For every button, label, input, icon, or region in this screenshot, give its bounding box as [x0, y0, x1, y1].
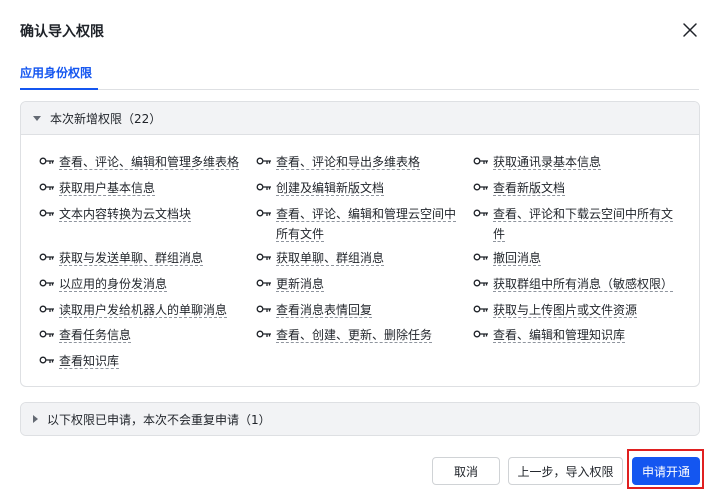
key-icon [256, 305, 271, 313]
permission-label: 获取与发送单聊、群组消息 [59, 251, 204, 266]
key-icon [473, 330, 488, 338]
permission-item: 撤回消息 [473, 248, 678, 268]
permission-label: 更新消息 [276, 277, 325, 292]
new-permissions-section: 本次新增权限（22） 查看、评论、编辑和管理多维表格 查看、评论和导出多维表格 … [20, 101, 700, 387]
key-icon [473, 157, 488, 165]
permission-item: 查看、评论、编辑和管理云空间中所有文件 [256, 204, 461, 244]
tab-app-identity-permissions[interactable]: 应用身份权限 [20, 64, 92, 81]
key-icon [473, 279, 488, 287]
new-permissions-header[interactable]: 本次新增权限（22） [21, 102, 699, 135]
key-icon [39, 183, 54, 191]
cancel-button[interactable]: 取消 [432, 457, 500, 485]
permission-item: 获取群组中所有消息（敏感权限） [473, 274, 688, 294]
permission-label: 获取与上传图片或文件资源 [493, 303, 638, 318]
permission-label: 文本内容转换为云文档块 [59, 207, 192, 222]
permission-label: 以应用的身份发消息 [59, 277, 168, 292]
permission-label: 查看、编辑和管理知识库 [493, 328, 626, 343]
existing-permissions-section: 以下权限已申请，本次不会重复申请（1） [20, 402, 700, 436]
close-button[interactable] [680, 20, 700, 40]
permission-item: 查看任务信息 [39, 325, 244, 345]
permission-label: 查看任务信息 [59, 328, 132, 343]
permission-label: 查看、评论和下载云空间中所有文件 [493, 207, 674, 242]
permission-label: 撤回消息 [493, 251, 542, 266]
permission-label: 查看消息表情回复 [276, 303, 373, 318]
key-icon [256, 330, 271, 338]
permission-item: 查看新版文档 [473, 178, 678, 198]
permission-item: 文本内容转换为云文档块 [39, 204, 244, 224]
permission-item: 获取与上传图片或文件资源 [473, 300, 678, 320]
key-icon [39, 253, 54, 261]
existing-permissions-title: 以下权限已申请，本次不会重复申请（1） [47, 412, 271, 427]
highlight-box [627, 449, 704, 489]
back-import-button[interactable]: 上一步，导入权限 [508, 457, 623, 485]
permission-label: 获取单聊、群组消息 [276, 251, 385, 266]
key-icon [39, 209, 54, 217]
permission-item: 查看、创建、更新、删除任务 [256, 325, 461, 345]
permission-label: 获取用户基本信息 [59, 181, 156, 196]
existing-permissions-header[interactable]: 以下权限已申请，本次不会重复申请（1） [21, 403, 699, 435]
permission-label: 查看知识库 [59, 354, 120, 369]
key-icon [473, 253, 488, 261]
permission-label: 获取通讯录基本信息 [493, 155, 602, 170]
tab-active-indicator [20, 88, 98, 90]
key-icon [473, 183, 488, 191]
permission-label: 创建及编辑新版文档 [276, 181, 385, 196]
key-icon [256, 279, 271, 287]
caret-down-icon [33, 115, 41, 121]
permission-item: 获取与发送单聊、群组消息 [39, 248, 244, 268]
permission-label: 查看、创建、更新、删除任务 [276, 328, 433, 343]
close-icon [683, 23, 697, 37]
caret-right-icon [33, 415, 38, 423]
permission-label: 查看、评论、编辑和管理云空间中所有文件 [276, 207, 457, 242]
key-icon [39, 157, 54, 165]
key-icon [256, 253, 271, 261]
key-icon [39, 305, 54, 313]
permission-item: 查看、评论、编辑和管理多维表格 [39, 152, 244, 172]
key-icon [39, 330, 54, 338]
permission-item: 查看、编辑和管理知识库 [473, 325, 678, 345]
permission-item: 读取用户发给机器人的单聊消息 [39, 300, 254, 320]
permission-item: 创建及编辑新版文档 [256, 178, 461, 198]
permission-item: 查看、评论和导出多维表格 [256, 152, 461, 172]
new-permissions-title: 本次新增权限（22） [50, 111, 162, 126]
permission-label: 读取用户发给机器人的单聊消息 [59, 303, 228, 318]
key-icon [39, 356, 54, 364]
permission-item: 获取单聊、群组消息 [256, 248, 461, 268]
dialog-title: 确认导入权限 [20, 24, 104, 40]
permission-label: 查看、评论和导出多维表格 [276, 155, 421, 170]
permission-item: 查看消息表情回复 [256, 300, 461, 320]
key-icon [473, 305, 488, 313]
permission-item: 获取用户基本信息 [39, 178, 244, 198]
permission-item: 查看、评论和下载云空间中所有文件 [473, 204, 678, 244]
permission-label: 查看新版文档 [493, 181, 566, 196]
permission-item: 获取通讯录基本信息 [473, 152, 678, 172]
permission-item: 查看知识库 [39, 351, 244, 371]
permission-label: 查看、评论、编辑和管理多维表格 [59, 155, 240, 170]
key-icon [256, 183, 271, 191]
key-icon [256, 209, 271, 217]
key-icon [256, 157, 271, 165]
key-icon [39, 279, 54, 287]
permission-item: 更新消息 [256, 274, 461, 294]
permission-item: 以应用的身份发消息 [39, 274, 244, 294]
tab-divider [20, 89, 699, 90]
key-icon [473, 209, 488, 217]
import-permissions-dialog: 确认导入权限 应用身份权限 本次新增权限（22） 查看、评论、编辑和管理多维表格… [0, 0, 720, 502]
permission-label: 获取群组中所有消息（敏感权限） [493, 277, 674, 292]
